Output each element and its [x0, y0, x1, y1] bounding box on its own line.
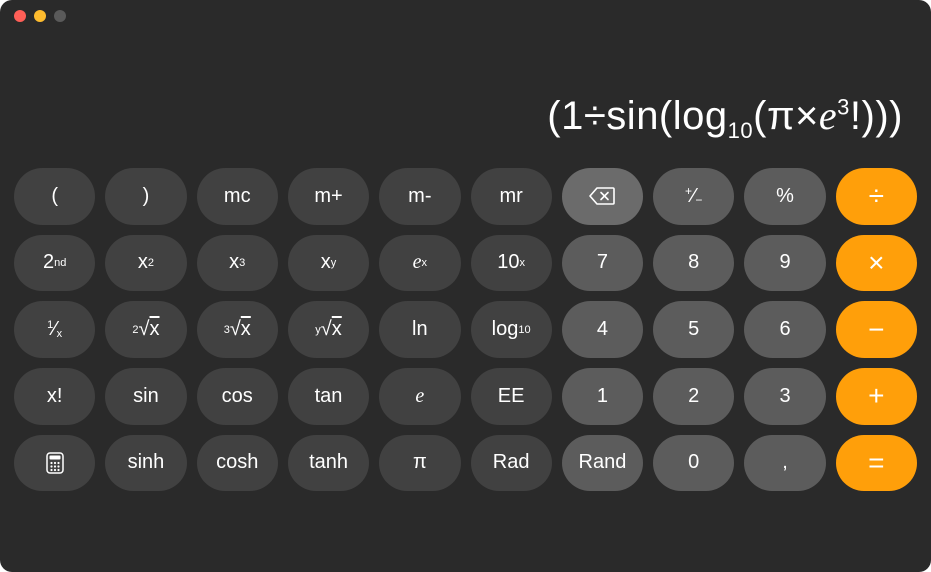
- ee-button[interactable]: EE: [471, 368, 552, 425]
- percent-button[interactable]: %: [744, 168, 825, 225]
- backspace-button[interactable]: [562, 168, 643, 225]
- memory-recall-button[interactable]: mr: [471, 168, 552, 225]
- ten-to-x-button[interactable]: 10x: [471, 235, 552, 292]
- display-expression: (1÷sin(log10(π×e3!))): [547, 92, 903, 144]
- titlebar: [0, 0, 931, 32]
- calculator-mode-button[interactable]: [14, 435, 95, 492]
- cosh-button[interactable]: cosh: [197, 435, 278, 492]
- e-constant-button[interactable]: e: [379, 368, 460, 425]
- four-button[interactable]: 4: [562, 301, 643, 358]
- calculator-icon: [46, 452, 64, 474]
- memory-subtract-button[interactable]: m-: [379, 168, 460, 225]
- close-paren-button[interactable]: ): [105, 168, 186, 225]
- y-root-button[interactable]: y√x: [288, 301, 369, 358]
- multiply-button[interactable]: ×: [836, 235, 917, 292]
- calculator-window: (1÷sin(log10(π×e3!))) ()mcm+m-mr +⁄−%÷ 2nd…: [0, 0, 931, 572]
- cos-button[interactable]: cos: [197, 368, 278, 425]
- factorial-button[interactable]: x!: [14, 368, 95, 425]
- pi-button[interactable]: π: [379, 435, 460, 492]
- add-button[interactable]: +: [836, 368, 917, 425]
- one-button[interactable]: 1: [562, 368, 643, 425]
- two-button[interactable]: 2: [653, 368, 734, 425]
- equals-button[interactable]: =: [836, 435, 917, 492]
- second-function-button[interactable]: 2nd: [14, 235, 95, 292]
- divide-button[interactable]: ÷: [836, 168, 917, 225]
- rad-button[interactable]: Rad: [471, 435, 552, 492]
- display: (1÷sin(log10(π×e3!))): [0, 32, 931, 162]
- five-button[interactable]: 5: [653, 301, 734, 358]
- tan-button[interactable]: tan: [288, 368, 369, 425]
- subtract-button[interactable]: −: [836, 301, 917, 358]
- zero-button[interactable]: 0: [653, 435, 734, 492]
- reciprocal-button[interactable]: 1⁄x: [14, 301, 95, 358]
- nine-button[interactable]: 9: [744, 235, 825, 292]
- backspace-icon: [589, 186, 615, 206]
- decimal-button[interactable]: ,: [744, 435, 825, 492]
- memory-add-button[interactable]: m+: [288, 168, 369, 225]
- log10-button[interactable]: log10: [471, 301, 552, 358]
- three-button[interactable]: 3: [744, 368, 825, 425]
- seven-button[interactable]: 7: [562, 235, 643, 292]
- sinh-button[interactable]: sinh: [105, 435, 186, 492]
- square-button[interactable]: x2: [105, 235, 186, 292]
- square-root-button[interactable]: 2√x: [105, 301, 186, 358]
- keypad: ()mcm+m-mr+⁄−%÷2ndx2x3xyex10x789×1⁄x2√x3…: [0, 162, 931, 572]
- rand-button[interactable]: Rand: [562, 435, 643, 492]
- e-to-x-button[interactable]: ex: [379, 235, 460, 292]
- six-button[interactable]: 6: [744, 301, 825, 358]
- minimize-icon[interactable]: [34, 10, 46, 22]
- sin-button[interactable]: sin: [105, 368, 186, 425]
- eight-button[interactable]: 8: [653, 235, 734, 292]
- memory-clear-button[interactable]: mc: [197, 168, 278, 225]
- close-icon[interactable]: [14, 10, 26, 22]
- open-paren-button[interactable]: (: [14, 168, 95, 225]
- sign-toggle-button[interactable]: +⁄−: [653, 168, 734, 225]
- cube-button[interactable]: x3: [197, 235, 278, 292]
- fullscreen-icon[interactable]: [54, 10, 66, 22]
- tanh-button[interactable]: tanh: [288, 435, 369, 492]
- cube-root-button[interactable]: 3√x: [197, 301, 278, 358]
- natural-log-button[interactable]: ln: [379, 301, 460, 358]
- power-button[interactable]: xy: [288, 235, 369, 292]
